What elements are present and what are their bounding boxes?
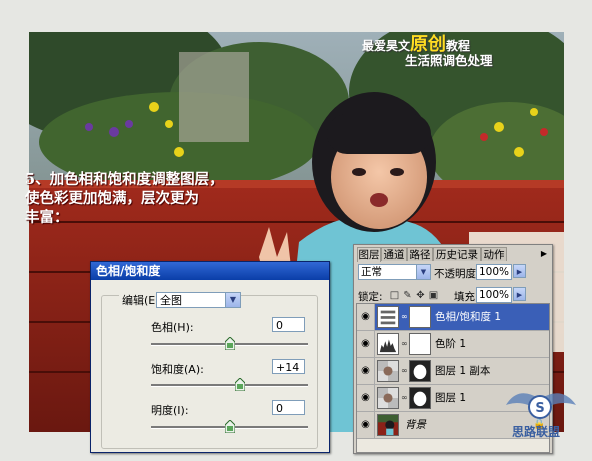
logo-prefix: 最爱昊文 [362, 39, 411, 53]
levels-adjustment-icon [377, 333, 399, 355]
eye-icon[interactable]: ◉ [359, 364, 372, 377]
panel-tabs: 图层 通道 路径 历史记录 动作 ▶ [354, 245, 552, 262]
saturation-label: 饱和度(A): [151, 363, 204, 376]
lock-move-icon[interactable]: ✥ [415, 290, 426, 301]
layer-mask-thumbnail [409, 360, 431, 382]
layer-name: 色阶 1 [435, 338, 467, 350]
saturation-slider-track[interactable] [151, 384, 308, 387]
saturation-input[interactable]: +14 [272, 359, 305, 374]
svg-text:S: S [535, 401, 544, 416]
dialog-title: 色相/饱和度 [91, 262, 329, 280]
chevron-down-icon: ▼ [225, 293, 240, 307]
layer-thumbnail [377, 360, 399, 382]
chain-icon: ∞ [401, 339, 408, 348]
layer-thumbnail [377, 387, 399, 409]
tab-layers[interactable]: 图层 [357, 247, 381, 262]
fill-input[interactable]: 100% [476, 287, 512, 303]
tab-history[interactable]: 历史记录 [433, 247, 481, 261]
tab-paths[interactable]: 路径 [407, 247, 433, 261]
hue-saturation-adjustment-icon [377, 306, 399, 328]
layer-mask-thumbnail [409, 306, 431, 328]
watermark-logo: S 思路联盟 [498, 365, 584, 445]
eye-icon[interactable]: ◉ [359, 391, 372, 404]
layer-name: 色相/饱和度 1 [435, 311, 502, 323]
chain-icon: ∞ [401, 312, 408, 321]
blend-mode-value: 正常 [361, 266, 382, 278]
layer-name: 图层 1 副本 [435, 365, 491, 377]
opacity-arrow-icon[interactable]: ▶ [513, 264, 526, 278]
fill-arrow-icon[interactable]: ▶ [513, 287, 526, 301]
saturation-slider-thumb[interactable] [235, 378, 246, 391]
lock-paint-icon[interactable]: ✎ [402, 290, 413, 301]
hue-slider-thumb[interactable] [224, 337, 235, 350]
layer-mask-thumbnail [409, 333, 431, 355]
hue-saturation-dialog: 色相/饱和度 编辑(E): 全图 ▼ 色相(H): 0 饱和度(A): +14 … [90, 261, 330, 453]
panel-menu-icon[interactable]: ▶ [538, 248, 550, 259]
lightness-input[interactable]: 0 [272, 400, 305, 415]
hue-label: 色相(H): [151, 321, 194, 334]
layer-thumbnail [377, 414, 399, 436]
blend-mode-select[interactable]: 正常 ▼ [358, 264, 431, 280]
lock-label: 锁定: [358, 291, 383, 303]
step-caption: 5、加色相和饱和度调整图层， 使色彩更加饱满，层次更为 丰富： [25, 171, 224, 226]
fill-label: 填充: [454, 291, 479, 303]
logo-subtitle: 生活照调色处理 [405, 53, 493, 68]
opacity-label: 不透明度: [434, 268, 480, 280]
chevron-down-icon: ▼ [416, 265, 430, 279]
layer-hue-saturation[interactable]: ◉ ∞ 色相/饱和度 1 [357, 304, 549, 331]
watermark-sub: 思路联盟 [512, 425, 561, 439]
chain-icon: ∞ [401, 393, 408, 402]
edit-select-value: 全图 [160, 294, 182, 307]
eye-icon[interactable]: ◉ [359, 337, 372, 350]
layer-name: 背景 [405, 419, 426, 431]
lock-transparent-icon[interactable]: □ [389, 290, 400, 301]
layer-levels[interactable]: ◉ ∞ 色阶 1 [357, 331, 549, 358]
chain-icon: ∞ [401, 366, 408, 375]
opacity-input[interactable]: 100% [476, 264, 512, 280]
lock-all-icon[interactable]: ▣ [428, 290, 439, 301]
layer-name: 图层 1 [435, 392, 467, 404]
eye-icon[interactable]: ◉ [359, 310, 372, 323]
tab-actions[interactable]: 动作 [481, 247, 507, 261]
lightness-label: 明度(I): [151, 404, 189, 417]
layer-mask-thumbnail [409, 387, 431, 409]
lightness-slider-thumb[interactable] [224, 420, 235, 433]
hue-input[interactable]: 0 [272, 317, 305, 332]
edit-select[interactable]: 全图 ▼ [156, 292, 241, 308]
eye-icon[interactable]: ◉ [359, 418, 372, 431]
tab-channels[interactable]: 通道 [381, 247, 407, 261]
